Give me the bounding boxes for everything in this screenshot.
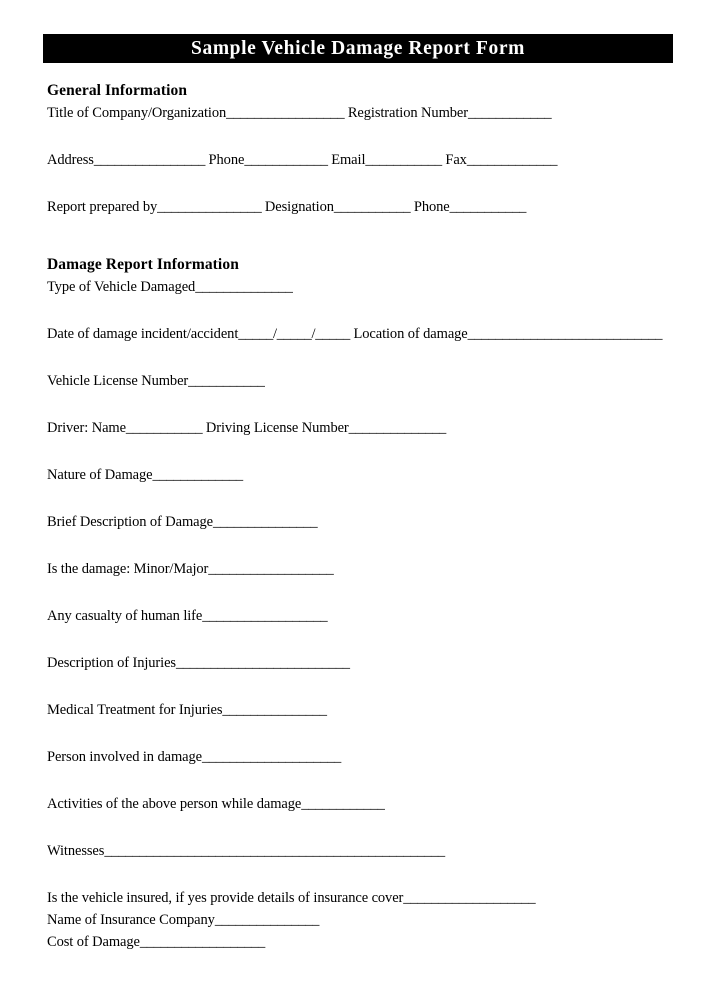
field-activities-of-the-above-person: Activities of the above person while dam… [47,793,687,815]
field-label-date-of-damage: Date of damage incident/accident [47,326,239,342]
field-label-type-of-vehicle-damaged: Type of Vehicle Damaged [47,279,196,295]
field-is-the-damage-minor-major: Is the damage: Minor/Major______________… [47,558,687,580]
field-label-any-casualty-of-human-life: Any casualty of human life [47,608,203,624]
fill-in-rule-witnesses[interactable]: ________________________________________… [104,843,445,859]
field-label-cost-of-damage: Cost of Damage [47,934,140,950]
page-title: Sample Vehicle Damage Report Form [191,37,525,59]
document-title-banner: Sample Vehicle Damage Report Form [43,34,673,63]
field-driver-name: Driver: Name___________ Driving License … [47,417,687,439]
field-vehicle-license-number: Vehicle License Number___________ [47,370,687,392]
fill-in-rule-driver-name[interactable]: ___________ [126,420,203,436]
field-label-witnesses: Witnesses [47,843,105,859]
field-label-activities-of-the-above-person: Activities of the above person while dam… [47,796,302,812]
fill-in-rule-location-of-damage[interactable]: ____________________________ [468,326,663,342]
section-heading-general-information: General Information [47,82,188,99]
fill-in-rule-cost-of-damage[interactable]: __________________ [140,934,265,950]
fill-in-rule-vehicle-license-number[interactable]: ___________ [188,373,265,389]
field-label-phone-2: Phone [410,199,450,215]
fill-in-rule[interactable]: _________________ [226,105,344,121]
fill-in-rule-medical-treatment-for-injuries[interactable]: _______________ [222,702,327,718]
field-label-medical-treatment-for-injuries: Medical Treatment for Injuries [47,702,223,718]
field-label-brief-description-of-damage: Brief Description of Damage [47,514,214,530]
fill-in-rule-driving-license-number[interactable]: ______________ [349,420,447,436]
fill-in-rule-phone-2[interactable]: ___________ [450,199,527,215]
fill-in-rule-report-prepared-by[interactable]: _______________ [157,199,262,215]
fill-in-rule-date[interactable]: _____/_____/_____ [238,326,350,342]
fill-in-rule-fax[interactable]: _____________ [467,152,558,168]
fill-in-rule-registration-number[interactable]: ____________ [468,105,552,121]
field-label-fax: Fax [441,152,467,168]
field-is-the-vehicle-insured: Is the vehicle insured, if yes provide d… [47,887,687,909]
field-brief-description-of-damage: Brief Description of Damage_____________… [47,511,687,533]
fill-in-rule-name-of-insurance-company[interactable]: _______________ [215,912,320,928]
field-nature-of-damage: Nature of Damage_____________ [47,464,687,486]
fill-in-rule-any-casualty-of-human-life[interactable]: __________________ [202,608,327,624]
field-witnesses: Witnesses_______________________________… [47,840,687,862]
field-label-driving-license-number: Driving License Number [202,420,349,436]
document-page: Sample Vehicle Damage Report Form Genera… [0,0,722,990]
field-label-is-the-damage-minor-major: Is the damage: Minor/Major [47,561,209,577]
field-title-of-company: Title of Company/Organization___________… [47,102,687,124]
field-label-vehicle-license-number: Vehicle License Number [47,373,189,389]
field-name-of-insurance-company: Name of Insurance Company_______________ [47,909,687,931]
field-label-description-of-injuries: Description of Injuries [47,655,176,671]
field-any-casualty-of-human-life: Any casualty of human life______________… [47,605,687,627]
fill-in-rule-designation[interactable]: ___________ [334,199,411,215]
field-report-prepared-by: Report prepared by_______________ Design… [47,196,687,218]
field-medical-treatment-for-injuries: Medical Treatment for Injuries__________… [47,699,687,721]
field-label-is-the-vehicle-insured: Is the vehicle insured, if yes provide d… [47,890,404,906]
field-label-driver-name: Driver: Name [47,420,126,436]
fill-in-rule-is-the-damage-minor-major[interactable]: __________________ [208,561,333,577]
fill-in-rule-brief-description-of-damage[interactable]: _______________ [213,514,318,530]
field-label-phone: Phone [205,152,245,168]
fill-in-rule-address[interactable]: ________________ [94,152,206,168]
fill-in-rule-phone[interactable]: ____________ [244,152,328,168]
field-person-involved-in-damage: Person involved in damage_______________… [47,746,687,768]
fill-in-rule-is-the-vehicle-insured[interactable]: ___________________ [403,890,535,906]
field-label: Title of Company/Organization [47,105,227,121]
fill-in-rule-person-involved-in-damage[interactable]: ____________________ [202,749,341,765]
field-date-of-damage: Date of damage incident/accident_____/__… [47,323,687,345]
field-label-registration-number: Registration Number [344,105,468,121]
field-cost-of-damage: Cost of Damage__________________ [47,931,687,953]
fill-in-rule-type-of-vehicle-damaged[interactable]: ______________ [195,279,293,295]
field-label-nature-of-damage: Nature of Damage [47,467,153,483]
field-label-report-prepared-by: Report prepared by [47,199,158,215]
field-description-of-injuries: Description of Injuries_________________… [47,652,687,674]
field-type-of-vehicle-damaged: Type of Vehicle Damaged______________ [47,276,687,298]
field-label-email: Email [327,152,366,168]
fill-in-rule-activities-of-the-above-person[interactable]: ____________ [301,796,385,812]
field-label-location-of-damage: Location of damage [349,326,468,342]
field-label-address: Address [47,152,94,168]
field-label-designation: Designation [261,199,334,215]
section-heading-damage-report-information: Damage Report Information [47,256,239,273]
field-label-person-involved-in-damage: Person involved in damage [47,749,202,765]
fill-in-rule-description-of-injuries[interactable]: _________________________ [176,655,350,671]
fill-in-rule-nature-of-damage[interactable]: _____________ [153,467,244,483]
fill-in-rule-email[interactable]: ___________ [365,152,442,168]
field-label-name-of-insurance-company: Name of Insurance Company [47,912,215,928]
form-body: General Information Title of Company/Org… [47,80,687,953]
field-address-phone-email-fax: Address________________ Phone___________… [47,149,687,171]
